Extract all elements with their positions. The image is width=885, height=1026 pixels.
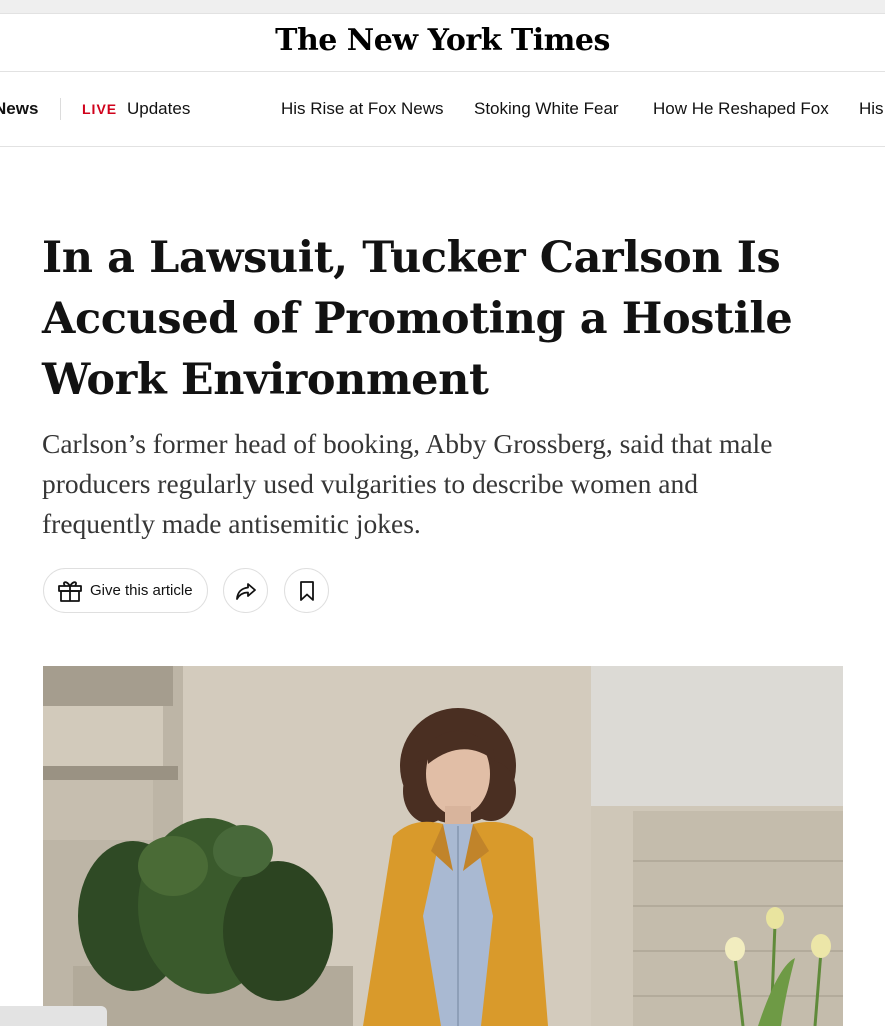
story-subnav: News LIVE Updates His Rise at Fox News S…	[0, 72, 885, 147]
article-summary: Carlson’s former head of booking, Abby G…	[42, 424, 862, 544]
subnav-divider	[60, 98, 61, 120]
subnav-link-truncated[interactable]: His	[859, 99, 884, 119]
gift-icon	[57, 579, 83, 603]
summary-line: Carlson’s former head of booking, Abby G…	[42, 428, 773, 459]
summary-line: producers regularly used vulgarities to …	[42, 468, 698, 499]
browser-top-strip	[0, 0, 885, 14]
masthead: The New York Times	[0, 14, 885, 72]
subnav-link-reshaped-fox[interactable]: How He Reshaped Fox	[653, 99, 829, 119]
subnav-section-news[interactable]: News	[0, 99, 38, 119]
summary-line: frequently made antisemitic jokes.	[42, 508, 421, 539]
headline-line: Accused of Promoting a Hostile	[42, 294, 793, 344]
live-badge[interactable]: LIVE	[82, 101, 117, 117]
share-button[interactable]	[223, 568, 268, 613]
save-bookmark-button[interactable]	[284, 568, 329, 613]
article-headline: In a Lawsuit, Tucker Carlson Is Accused …	[42, 228, 802, 411]
feedback-tab[interactable]	[0, 1006, 107, 1026]
subnav-link-stoking-fear[interactable]: Stoking White Fear	[474, 99, 619, 119]
give-article-label: Give this article	[90, 582, 193, 599]
give-article-button[interactable]: Give this article	[43, 568, 208, 613]
article-lead-photo	[43, 666, 843, 1026]
headline-line: In a Lawsuit, Tucker Carlson Is	[42, 233, 781, 283]
nyt-logo[interactable]: The New York Times	[0, 23, 885, 58]
subnav-live-updates[interactable]: Updates	[127, 99, 190, 119]
headline-line: Work Environment	[42, 355, 489, 405]
subnav-link-rise-at-fox[interactable]: His Rise at Fox News	[281, 99, 443, 119]
